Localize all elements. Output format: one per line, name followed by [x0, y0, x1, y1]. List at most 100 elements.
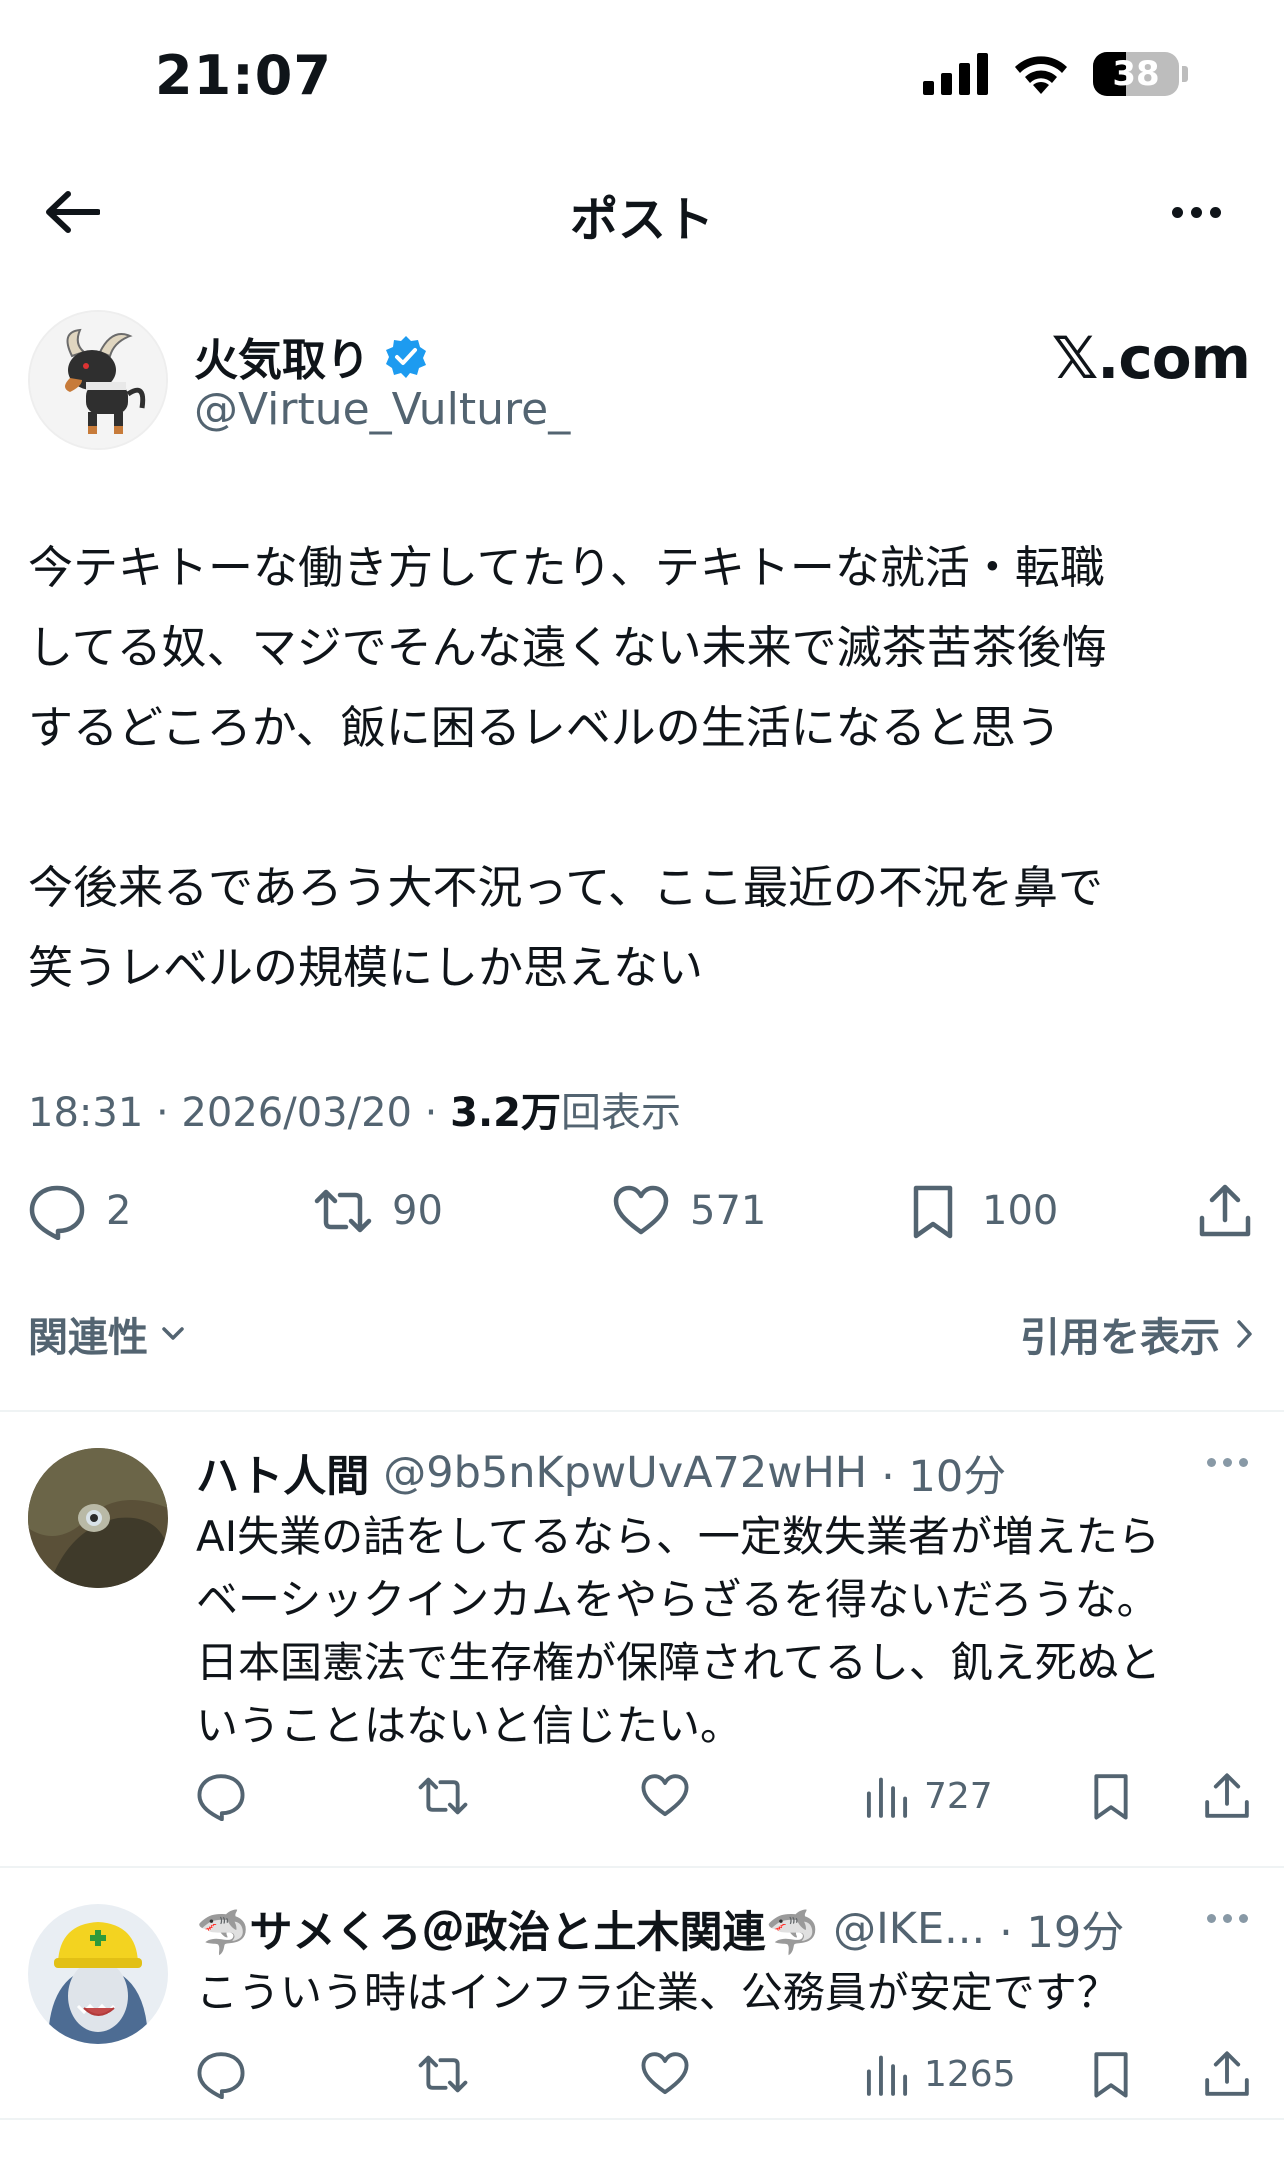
view-quotes-link[interactable]: 引用を表示: [1020, 1305, 1256, 1363]
post-text-line: 笑うレベルの規模にしか思えない: [28, 941, 704, 994]
reply-share-button[interactable]: [1202, 2044, 1252, 2104]
sort-label: 関連性: [28, 1315, 148, 1361]
post-author: 火気取り @Virtue_Vulture_ 𝕏.com: [28, 310, 1256, 460]
post-text: 今テキトーな働き方してたり、テキトーな就活・転職 してる奴、マジでそんな遠くない…: [28, 528, 1256, 1008]
author-avatar[interactable]: [28, 310, 168, 450]
more-options-button[interactable]: [1156, 178, 1236, 246]
more-dot-icon: [1171, 206, 1183, 218]
share-icon: [1205, 1773, 1249, 1818]
like-count: 571: [690, 1188, 767, 1234]
author-name-row[interactable]: 火気取り: [194, 324, 428, 388]
reply-views-button[interactable]: 1265: [862, 2044, 1016, 2104]
author-name[interactable]: 火気取り: [194, 324, 370, 388]
divider: [0, 2118, 1284, 2120]
bookmark-count: 100: [982, 1188, 1059, 1234]
bookmark-icon: [1094, 2052, 1128, 2098]
more-dot-icon: [1239, 1458, 1248, 1467]
shark-helmet-avatar-icon: [28, 1904, 168, 2044]
post-timestamp[interactable]: 18:31 · 2026/03/20 ·: [28, 1090, 450, 1136]
reply-filter-row: 関連性 引用を表示: [28, 1305, 1256, 1365]
status-bar: 21:07 38: [0, 0, 1284, 150]
view-count-suffix: 回表示: [560, 1090, 681, 1136]
more-dot-icon: [1209, 206, 1221, 218]
sort-relevance-dropdown[interactable]: 関連性: [28, 1305, 188, 1363]
more-dot-icon: [1207, 1914, 1216, 1923]
reply-repost-button[interactable]: [418, 2044, 468, 2104]
reply-time: · 19分: [999, 1908, 1125, 1958]
nav-bar: ポスト: [0, 150, 1284, 270]
author-handle[interactable]: @Virtue_Vulture_: [194, 384, 570, 435]
reply-like-button[interactable]: [640, 2044, 690, 2104]
post-text-line: 今後来るであろう大不況って、ここ最近の不況を鼻で: [28, 861, 1104, 914]
reply-text-line: ベーシックインカムをやらざるを得ないだろうな。: [196, 1575, 1159, 1624]
wifi-icon: [1015, 56, 1067, 94]
bookmark-icon: [1094, 1774, 1128, 1820]
page-title: ポスト: [569, 192, 714, 248]
divider: [0, 1410, 1284, 1412]
reply-views-button[interactable]: 727: [862, 1766, 993, 1826]
heart-icon: [613, 1185, 669, 1235]
repost-button[interactable]: 90: [314, 1176, 443, 1246]
more-dot-icon: [1223, 1914, 1232, 1923]
repost-icon: [418, 1777, 468, 1815]
reply-repost-button[interactable]: [418, 1766, 468, 1826]
reply-avatar[interactable]: [28, 1904, 168, 2044]
view-quotes-label: 引用を表示: [1020, 1315, 1220, 1361]
reply-share-button[interactable]: [1202, 1766, 1252, 1826]
heart-icon: [641, 1774, 689, 1817]
reply-text-line: AI失業の話をしてるなら、一定数失業者が増えたら: [196, 1512, 1160, 1561]
like-button[interactable]: 571: [612, 1176, 766, 1246]
reply-header: 🦈サメくろ＠政治と土木関連🦈 @IKE... · 19分: [196, 1898, 1124, 1960]
chevron-down-icon: [162, 1327, 184, 1340]
reply-text-line: こういう時はインフラ企業、公務員が安定です？: [196, 1968, 1119, 2017]
bookmark-icon: [913, 1185, 953, 1239]
reply-author-name[interactable]: ハト人間: [196, 1442, 369, 1504]
reply-author-handle[interactable]: @IKE...: [833, 1904, 985, 1954]
x-com-logo: 𝕏.com: [1051, 324, 1251, 392]
reply-author-name[interactable]: 🦈サメくろ＠政治と土木関連🦈: [196, 1898, 819, 1960]
post-text-line: してる奴、マジでそんな遠くない未来で滅茶苦茶後悔: [28, 621, 1107, 674]
reply-count: 2: [106, 1188, 132, 1234]
cellular-signal-icon: [923, 53, 988, 95]
reply-more-button[interactable]: [1207, 1914, 1248, 1923]
reply-time: · 10分: [881, 1452, 1007, 1502]
reply-button[interactable]: 2: [28, 1176, 131, 1246]
reply-reply-button[interactable]: [196, 1766, 246, 1826]
reply-bookmark-button[interactable]: [1086, 1766, 1136, 1826]
battery-percent: 38: [1112, 54, 1160, 94]
more-dot-icon: [1223, 1458, 1232, 1467]
battery-tip: [1182, 66, 1188, 82]
reply-text-line: 日本国憲法で生存権が保障されてるし、飢え死ぬと: [196, 1638, 1161, 1687]
reply-icon: [197, 1774, 245, 1821]
share-button[interactable]: [1196, 1176, 1254, 1246]
reply-reply-button[interactable]: [196, 2044, 246, 2104]
status-icons: 38: [923, 52, 1188, 96]
repost-count: 90: [392, 1188, 443, 1234]
reply-author-handle[interactable]: @9b5nKpwUvA72wHH: [383, 1448, 867, 1498]
reply-like-button[interactable]: [640, 1766, 690, 1826]
share-icon: [1199, 1184, 1251, 1237]
reply-avatar[interactable]: [28, 1448, 168, 1588]
reply-item[interactable]: ハト人間 @9b5nKpwUvA72wHH · 10分 AI失業の話をしてるなら…: [0, 1442, 1284, 1862]
reply-actions: 1265: [196, 2044, 1256, 2104]
reply-icon: [197, 2052, 245, 2099]
heart-icon: [641, 2052, 689, 2095]
divider: [0, 1866, 1284, 1868]
reply-header: ハト人間 @9b5nKpwUvA72wHH · 10分: [196, 1442, 1006, 1504]
post-text-line: するどころか、飯に困るレベルの生活になると思う: [28, 701, 1061, 754]
reply-item[interactable]: 🦈サメくろ＠政治と土木関連🦈 @IKE... · 19分 こういう時はインフラ企…: [0, 1898, 1284, 2138]
analytics-icon: [866, 1777, 908, 1818]
view-count: 3.2万: [450, 1090, 561, 1136]
more-dot-icon: [1239, 1914, 1248, 1923]
bookmark-button[interactable]: 100: [904, 1176, 1058, 1246]
bird-photo-avatar-icon: [28, 1448, 168, 1588]
more-dot-icon: [1190, 206, 1202, 218]
reply-view-count: 1265: [924, 2053, 1016, 2095]
reply-view-count: 727: [924, 1775, 993, 1817]
post-actions: 2 90 571 100: [28, 1176, 1256, 1246]
reply-bookmark-button[interactable]: [1086, 2044, 1136, 2104]
reply-more-button[interactable]: [1207, 1458, 1248, 1467]
share-icon: [1205, 2051, 1249, 2096]
dog-avatar-icon: [30, 312, 166, 448]
chevron-right-icon: [1237, 1320, 1252, 1348]
